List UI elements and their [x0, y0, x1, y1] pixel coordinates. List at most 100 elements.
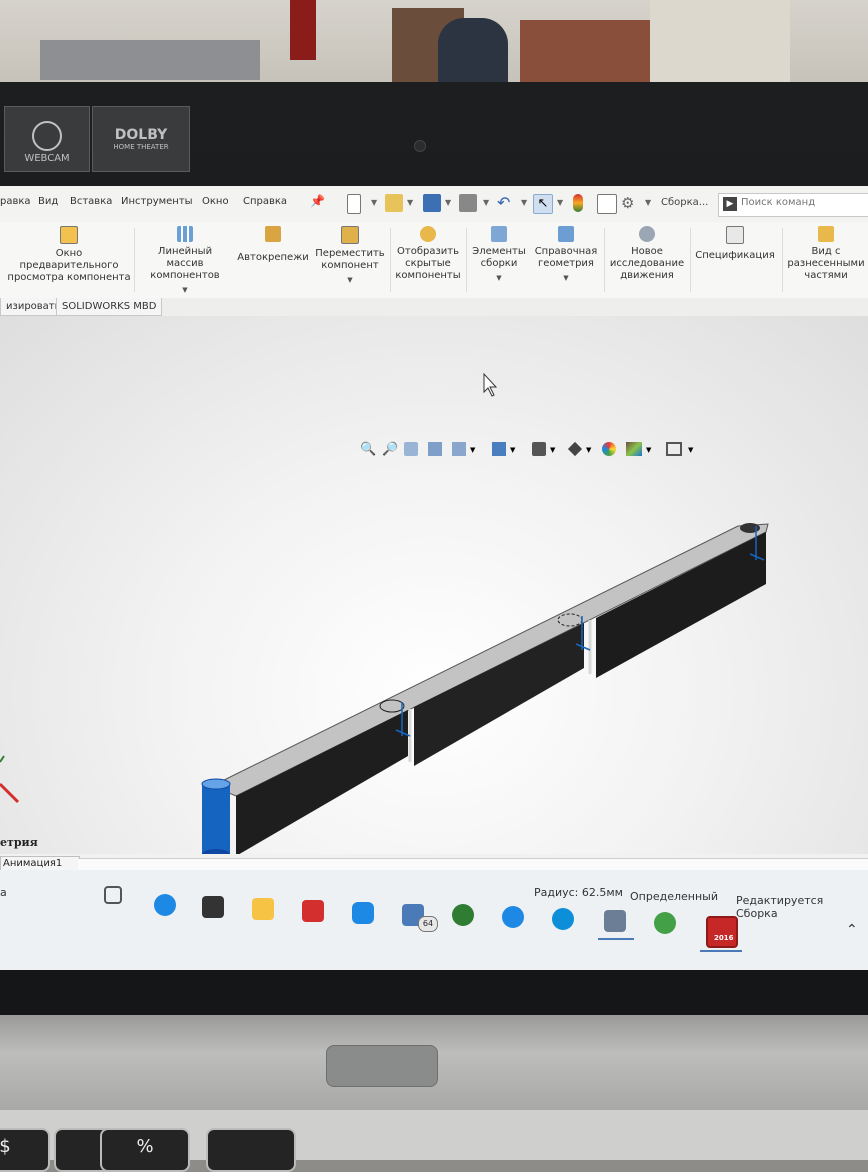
zoom-to-fit-icon[interactable]: 🔍 [360, 442, 376, 458]
menu-window[interactable]: Окно [202, 196, 229, 207]
screen: равка Вид Вставка Инструменты Окно Справ… [0, 186, 868, 970]
chevron-down-icon[interactable]: ▼ [510, 446, 526, 462]
rebuild-icon[interactable] [573, 194, 583, 212]
cabinet [650, 0, 790, 86]
edit-appearance-icon[interactable] [602, 442, 616, 456]
exploded-view-label: Вид с разнесенными частями [787, 246, 865, 281]
preview-window-button[interactable]: Окно предварительного просмотра компонен… [6, 226, 132, 284]
assembly-model[interactable] [0, 316, 868, 854]
open-folder-icon[interactable] [385, 194, 403, 212]
menu-tools[interactable]: Инструменты [121, 196, 193, 207]
assembly-features-label: Элементы сборки [472, 246, 526, 269]
print-icon[interactable] [459, 194, 477, 212]
pdf-reader-icon[interactable] [302, 900, 324, 922]
fire-extinguisher [290, 0, 316, 60]
task-view-icon[interactable] [104, 886, 122, 904]
chevron-down-icon[interactable]: ▼ [688, 446, 704, 462]
chevron-down-icon[interactable]: ▼ [557, 198, 563, 207]
store-icon[interactable] [202, 896, 224, 918]
key-six [206, 1128, 296, 1172]
tray-chevron-up-icon[interactable]: ⌃ [846, 922, 858, 938]
zoom-area-icon[interactable]: 🔎 [382, 442, 398, 458]
undo-icon[interactable]: ↶ [497, 194, 515, 212]
bar-top-face [210, 523, 769, 797]
search-input[interactable] [741, 197, 861, 208]
bom-icon [726, 226, 744, 244]
active-app-indicator [598, 938, 634, 940]
chevron-down-icon[interactable]: ▼ [314, 274, 386, 286]
chevron-down-icon[interactable]: ▼ [407, 198, 413, 207]
coordinate-triad [0, 755, 20, 804]
menu-bar: равка Вид Вставка Инструменты Окно Справ… [0, 186, 868, 223]
command-ribbon: Окно предварительного просмотра компонен… [0, 222, 868, 299]
menu-help[interactable]: Справка [243, 196, 287, 207]
dolby-subtitle: HOME THEATER [113, 143, 169, 151]
quick-access-toolbar: ▼ ▼ ▼ ▼ ↶ ▼ ↖ ▼ ⚙ ▼ Сборка... [335, 192, 715, 216]
document-title: Сборка... [661, 197, 709, 208]
chevron-down-icon[interactable]: ▼ [483, 198, 489, 207]
assembly-features-button[interactable]: Элементы сборки ▼ [468, 226, 530, 284]
reference-geometry-label: Справочная геометрия [534, 246, 598, 269]
chevron-down-icon[interactable]: ▼ [550, 446, 566, 462]
command-search-box[interactable]: ▶ [718, 193, 868, 217]
file-explorer-icon[interactable] [252, 898, 274, 920]
telegram-icon[interactable] [502, 906, 524, 928]
wechat-icon[interactable] [654, 912, 676, 934]
menu-view[interactable]: Вид [38, 196, 58, 207]
whatsapp-icon[interactable] [452, 904, 474, 926]
move-component-label: Переместить компонент [315, 248, 385, 271]
view-settings-icon[interactable] [666, 442, 682, 456]
file-properties-icon[interactable] [597, 194, 617, 214]
chevron-down-icon[interactable]: ▼ [470, 446, 486, 462]
hide-show-items-icon[interactable] [567, 441, 583, 457]
bom-button[interactable]: Спецификация [692, 226, 778, 262]
command-manager-tabs: изировать SOLIDWORKS MBD [0, 298, 868, 316]
menu-edit[interactable]: равка [0, 196, 31, 207]
exploded-view-icon [818, 226, 834, 242]
key-percent: % [100, 1128, 190, 1172]
show-hidden-button[interactable]: Отобразить скрытые компоненты [392, 226, 464, 282]
solidworks-icon[interactable]: 2016 [706, 916, 738, 948]
select-cursor-icon[interactable]: ↖ [533, 194, 553, 214]
zoom-app-icon[interactable] [352, 902, 374, 924]
new-document-icon[interactable] [347, 194, 361, 214]
previous-view-icon[interactable] [404, 442, 418, 456]
shelf-left [40, 40, 260, 80]
options-gear-icon[interactable]: ⚙ [621, 194, 639, 212]
display-style-icon[interactable] [532, 442, 546, 456]
chevron-down-icon[interactable]: ▼ [521, 198, 527, 207]
dolby-logo: DOLBY [114, 127, 168, 143]
reference-geometry-button[interactable]: Справочная геометрия ▼ [532, 226, 600, 284]
dynamic-annotation-icon[interactable] [452, 442, 466, 456]
linear-pattern-button[interactable]: Линейный массив компонентов ▼ [138, 226, 232, 296]
assembly-features-icon [491, 226, 507, 242]
chevron-down-icon[interactable]: ▼ [532, 272, 600, 284]
internet-explorer-icon[interactable] [154, 894, 176, 916]
chevron-down-icon[interactable]: ▼ [645, 198, 651, 207]
chevron-down-icon[interactable]: ▼ [646, 446, 662, 462]
move-component-button[interactable]: Переместить компонент ▼ [314, 226, 386, 286]
menu-insert[interactable]: Вставка [70, 196, 112, 207]
webcam-lens [414, 140, 426, 152]
apply-scene-icon[interactable] [626, 442, 642, 456]
edge-browser-icon[interactable] [552, 908, 574, 930]
reference-geometry-icon [558, 226, 574, 242]
pin-icon[interactable]: 📌 [310, 194, 325, 208]
chevron-down-icon[interactable]: ▼ [371, 198, 377, 207]
save-icon[interactable] [423, 194, 441, 212]
search-run-icon: ▶ [723, 197, 737, 211]
calculator-icon[interactable] [604, 910, 626, 932]
exploded-view-button[interactable]: Вид с разнесенными частями [784, 226, 868, 282]
section-view-icon[interactable] [428, 442, 442, 456]
chevron-down-icon[interactable]: ▼ [586, 446, 602, 462]
chevron-down-icon[interactable]: ▼ [468, 272, 530, 284]
chevron-down-icon[interactable]: ▼ [445, 198, 451, 207]
radius-readout: Радиус: 62.5мм [534, 886, 623, 899]
cylinder-body[interactable] [202, 784, 230, 854]
smart-fasteners-button[interactable]: Автокрепежи [236, 226, 310, 264]
new-motion-study-button[interactable]: Новое исследование движения [606, 226, 688, 282]
chevron-down-icon[interactable]: ▼ [138, 284, 232, 296]
graphics-viewport[interactable]: 🔍 🔎 ▼ ▼ ▼ ▼ ▼ ▼ [0, 316, 868, 854]
view-orientation-icon[interactable] [492, 442, 506, 456]
tab-solidworks-mbd[interactable]: SOLIDWORKS MBD [56, 298, 163, 316]
